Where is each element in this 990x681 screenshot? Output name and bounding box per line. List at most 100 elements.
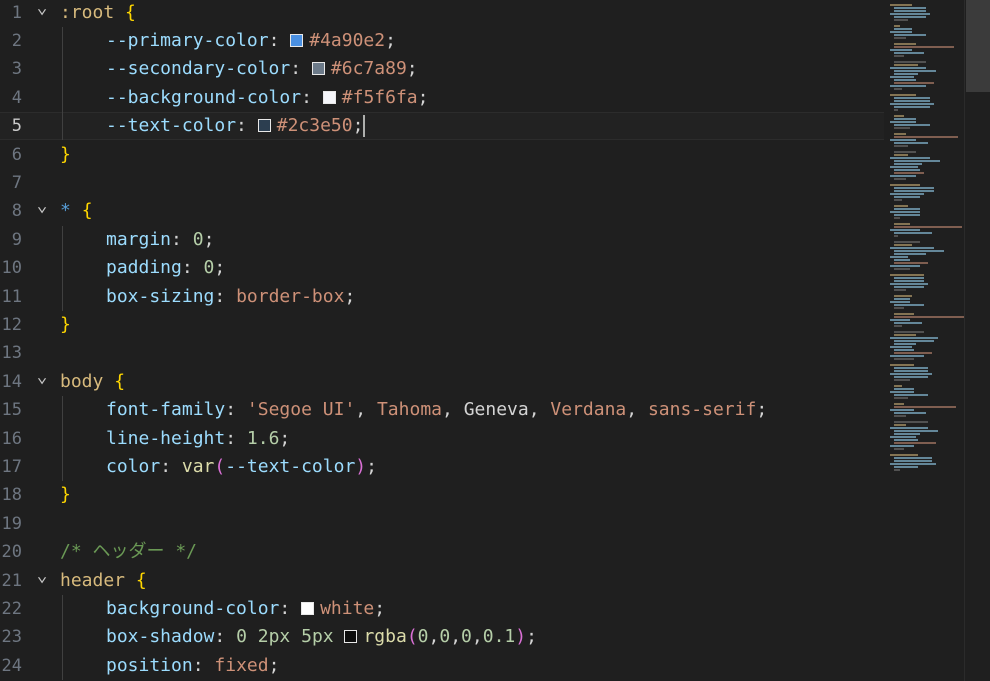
code-line[interactable]: 16 line-height: 1.6; <box>0 425 884 453</box>
minimap-line <box>894 406 956 408</box>
code-token: border-box <box>236 285 345 307</box>
line-number: 10 <box>1 258 22 279</box>
code-token: ; <box>417 86 429 108</box>
minimap-line <box>894 160 940 162</box>
code-line[interactable]: 9 margin: 0; <box>0 226 884 254</box>
code-line[interactable]: 14 ⌄ body { <box>0 367 884 396</box>
code-text: margin: 0; <box>106 226 214 254</box>
code-token: /* ヘッダー */ <box>60 541 198 563</box>
minimap-line <box>890 364 914 366</box>
code-token: 0 <box>439 626 451 648</box>
minimap-line <box>894 172 924 174</box>
code-token: 0 <box>236 626 247 648</box>
code-token: ; <box>352 115 364 137</box>
code-text: --primary-color: #4a90e2; <box>106 27 396 55</box>
minimap-line <box>894 367 928 369</box>
minimap[interactable] <box>884 0 964 681</box>
code-token: ; <box>366 455 377 477</box>
code-line[interactable]: 22 background-color: white; <box>0 595 884 623</box>
code-line[interactable]: 12} <box>0 311 884 339</box>
code-token: font-family <box>106 399 226 421</box>
code-line[interactable]: 6} <box>0 141 884 169</box>
minimap-line <box>890 229 920 231</box>
code-line[interactable]: 15 font-family: 'Segoe UI', Tahoma, Genev… <box>0 396 884 424</box>
code-editor[interactable]: 1 ⌄:root {2 --primary-color: #4a90e2; 3 --se… <box>0 0 990 681</box>
code-line[interactable]: 3 --secondary-color: #6c7a89; <box>0 55 884 83</box>
minimap-line <box>894 376 928 378</box>
vertical-scrollbar[interactable] <box>964 0 990 681</box>
code-line[interactable]: 4 --background-color: #f5f6fa; <box>0 84 884 112</box>
code-line[interactable]: 11 box-sizing: border-box; <box>0 283 884 311</box>
code-token: } <box>60 143 71 165</box>
minimap-line <box>894 421 928 423</box>
minimap-line <box>894 187 934 189</box>
color-swatch[interactable] <box>257 119 271 133</box>
minimap-line <box>894 190 934 192</box>
code-token: 0 <box>417 626 429 648</box>
fold-chevron-icon[interactable]: ⌄ <box>32 367 52 396</box>
line-number: 18 <box>1 485 22 506</box>
code-token: , <box>450 626 462 648</box>
fold-chevron-icon[interactable]: ⌄ <box>32 566 52 595</box>
fold-chevron-icon[interactable]: ⌄ <box>32 197 52 225</box>
code-token: : <box>301 86 323 108</box>
fold-chevron-icon[interactable]: ⌄ <box>32 0 52 27</box>
minimap-line <box>894 250 944 252</box>
code-line[interactable]: 24 position: fixed; <box>0 652 884 680</box>
code-line[interactable]: 1 ⌄:root { <box>0 0 884 27</box>
code-token: Tahoma <box>376 399 442 421</box>
minimap-line <box>894 235 898 237</box>
code-line[interactable]: 5 --text-color: #2c3e50; <box>0 112 884 141</box>
line-number: 11 <box>1 286 22 307</box>
code-line[interactable]: 10 padding: 0; <box>0 254 884 282</box>
code-line[interactable]: 23 box-shadow: 0 2px 5px rgba(0,0,0,0.1); <box>0 623 884 651</box>
code-line[interactable]: 21 ⌄ header { <box>0 566 884 595</box>
line-number: 15 <box>1 400 22 421</box>
code-text: /* ヘッダー */ <box>60 538 197 566</box>
code-token: : <box>214 285 237 307</box>
minimap-line <box>894 61 926 63</box>
scrollbar-thumb[interactable] <box>966 0 990 92</box>
code-line[interactable]: 19 <box>0 510 884 538</box>
line-number: 24 <box>1 655 22 676</box>
minimap-line <box>894 19 908 21</box>
minimap-line <box>894 415 906 417</box>
code-token: color <box>106 455 161 477</box>
minimap-line <box>894 178 906 180</box>
code-line[interactable]: 2 --primary-color: #4a90e2; <box>0 27 884 55</box>
minimap-line <box>894 412 926 414</box>
line-number: 3 <box>11 59 22 80</box>
minimap-line <box>890 247 934 249</box>
code-line[interactable]: 8 ⌄ * { <box>0 197 884 225</box>
code-text: box-sizing: border-box; <box>106 283 355 311</box>
code-text: line-height: 1.6; <box>106 425 290 453</box>
minimap-line <box>890 67 926 69</box>
color-swatch[interactable] <box>311 62 325 76</box>
code-line[interactable]: 18} <box>0 481 884 509</box>
color-swatch[interactable] <box>301 601 315 615</box>
color-swatch[interactable] <box>344 630 358 644</box>
color-swatch[interactable] <box>322 90 336 104</box>
code-token: ; <box>203 228 215 250</box>
minimap-line <box>890 391 914 393</box>
line-number: 21 <box>1 570 22 591</box>
code-line[interactable]: 17 color: var(--text-color); <box>0 453 884 481</box>
minimap-line <box>894 124 930 126</box>
indent-guide <box>62 26 63 141</box>
code-token: 0 <box>461 626 472 648</box>
code-line[interactable]: 13 <box>0 339 884 367</box>
code-line[interactable]: 20 /* ヘッダー */ <box>0 538 884 566</box>
color-swatch[interactable] <box>290 33 304 47</box>
minimap-line <box>894 43 916 45</box>
code-text: background-color: white; <box>106 595 385 623</box>
line-number: 16 <box>1 428 22 449</box>
code-token: sans-serif <box>647 399 757 421</box>
minimap-line <box>894 52 924 54</box>
code-token: #f5f6fa <box>341 86 418 108</box>
code-line[interactable]: 7 <box>0 169 884 197</box>
minimap-line <box>894 388 914 390</box>
minimap-line <box>890 436 916 438</box>
minimap-line <box>890 211 920 213</box>
